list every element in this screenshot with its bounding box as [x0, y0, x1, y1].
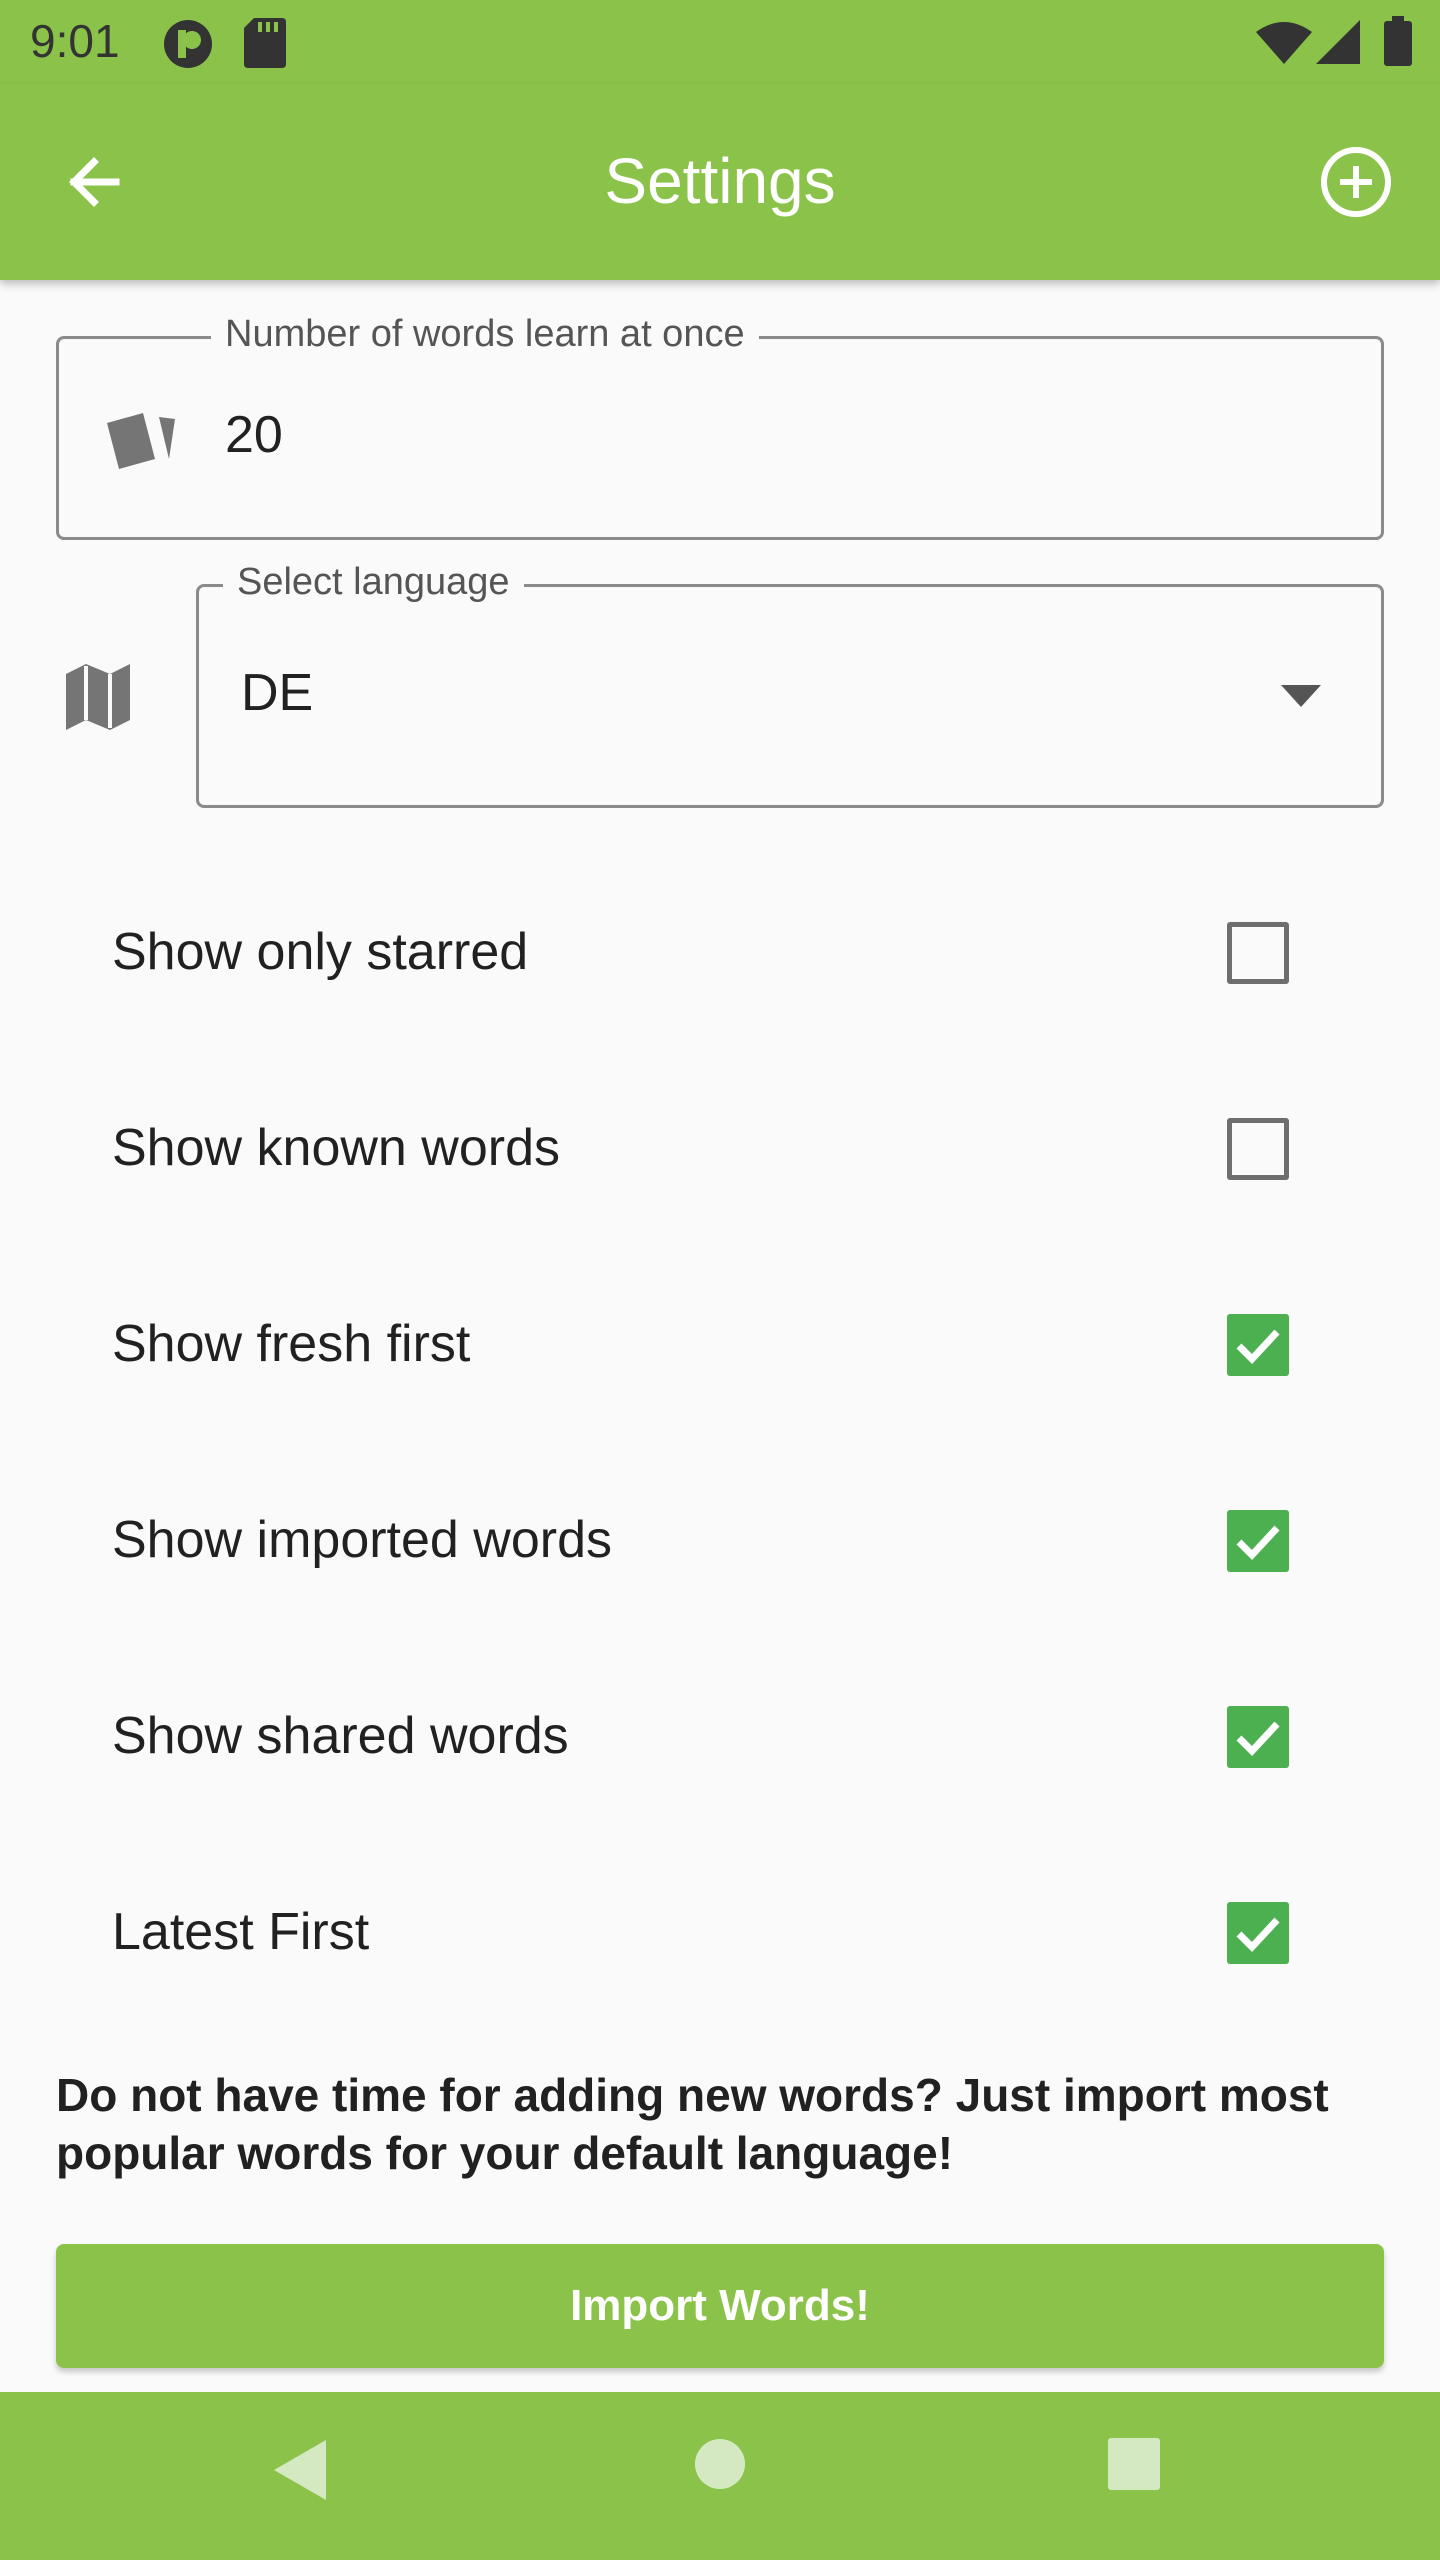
option-row-show-imported-words[interactable]: Show imported words	[0, 1440, 1440, 1636]
nav-home-icon[interactable]	[694, 2438, 746, 2490]
option-label: Show known words	[112, 1119, 560, 1177]
show-only-starred-checkbox[interactable]	[1227, 922, 1289, 984]
add-circle-icon[interactable]	[1318, 144, 1394, 220]
show-imported-words-checkbox[interactable]	[1227, 1510, 1289, 1572]
latest-first-checkbox[interactable]	[1227, 1902, 1289, 1964]
option-label: Show fresh first	[112, 1315, 471, 1373]
app-notification-icon	[164, 20, 212, 68]
show-shared-words-checkbox[interactable]	[1227, 1706, 1289, 1768]
words-count-value[interactable]: 20	[225, 405, 283, 465]
checkmark-icon	[1236, 1721, 1280, 1757]
option-row-show-shared-words[interactable]: Show shared words	[0, 1636, 1440, 1832]
system-nav-bar	[0, 2392, 1440, 2560]
import-info-text: Do not have time for adding new words? J…	[56, 2069, 1329, 2179]
words-count-label: Number of words learn at once	[211, 313, 759, 356]
option-label: Show imported words	[112, 1511, 612, 1569]
nav-recents-icon[interactable]	[1108, 2438, 1160, 2490]
language-select-value: DE	[241, 664, 314, 722]
signal-icon	[1316, 20, 1360, 64]
checkmark-icon	[1236, 1525, 1280, 1561]
language-select[interactable]: Select language DE	[196, 561, 1384, 808]
battery-icon	[1384, 16, 1412, 66]
cards-icon	[107, 413, 175, 469]
option-row-show-only-starred[interactable]: Show only starred	[0, 852, 1440, 1048]
page-title: Settings	[604, 145, 836, 217]
words-count-field[interactable]: Number of words learn at once 20	[56, 313, 1384, 540]
option-label: Latest First	[112, 1903, 370, 1961]
show-known-words-checkbox[interactable]	[1227, 1118, 1289, 1180]
status-time: 9:01	[30, 15, 120, 67]
wifi-icon	[1256, 22, 1312, 64]
checkmark-icon	[1236, 1329, 1280, 1365]
app-bar: Settings	[0, 84, 1440, 280]
import-words-button[interactable]: Import Words!	[56, 2244, 1384, 2368]
option-label: Show only starred	[112, 923, 529, 981]
option-row-latest-first[interactable]: Latest First	[0, 1832, 1440, 2028]
map-icon	[66, 664, 130, 730]
show-fresh-first-checkbox[interactable]	[1227, 1314, 1289, 1376]
nav-back-icon[interactable]	[272, 2438, 328, 2502]
language-select-label: Select language	[223, 561, 524, 604]
chevron-down-icon	[1281, 685, 1321, 707]
checkmark-icon	[1236, 1917, 1280, 1953]
option-row-show-known-words[interactable]: Show known words	[0, 1048, 1440, 1244]
status-bar: 9:01	[0, 0, 1440, 84]
option-row-show-fresh-first[interactable]: Show fresh first	[0, 1244, 1440, 1440]
option-label: Show shared words	[112, 1707, 569, 1765]
sd-card-icon	[244, 18, 286, 68]
